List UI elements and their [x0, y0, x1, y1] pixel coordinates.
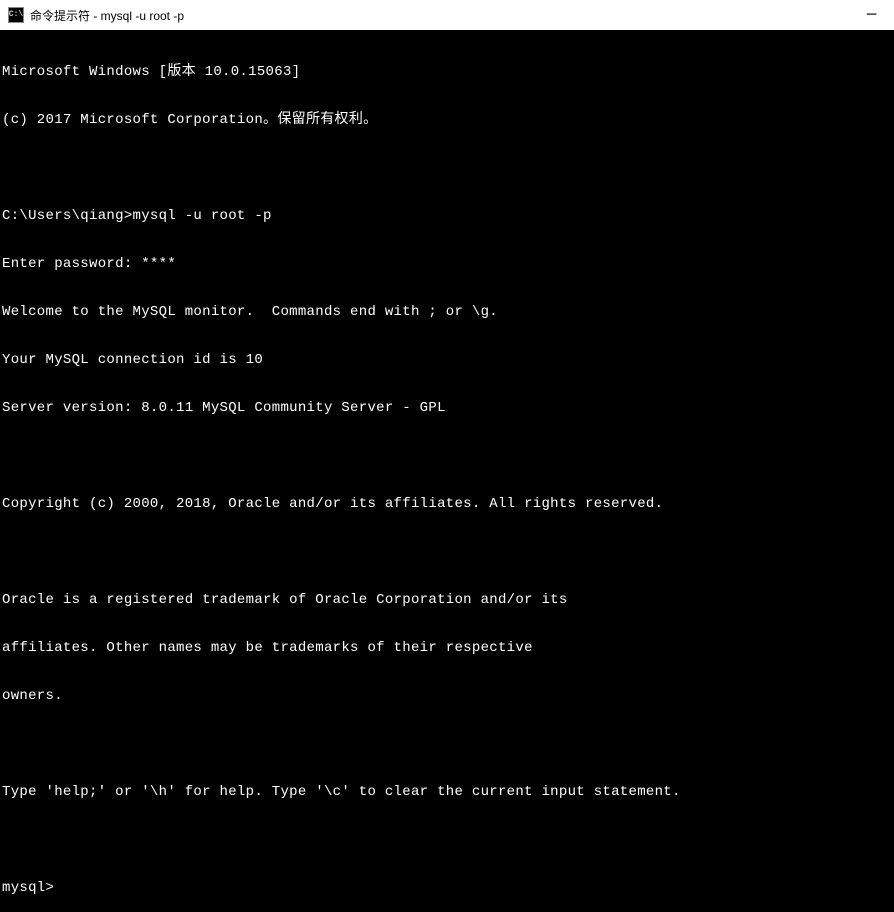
cursor [54, 880, 62, 894]
terminal-line: C:\Users\qiang>mysql -u root -p [2, 208, 894, 224]
terminal-area[interactable]: Microsoft Windows [版本 10.0.15063] (c) 20… [0, 30, 894, 912]
terminal-line: Welcome to the MySQL monitor. Commands e… [2, 304, 894, 320]
terminal-line: Your MySQL connection id is 10 [2, 352, 894, 368]
terminal-line: Oracle is a registered trademark of Orac… [2, 592, 894, 608]
window-title: 命令提示符 - mysql -u root -p [30, 7, 184, 24]
terminal-line [2, 736, 894, 752]
terminal-line: Server version: 8.0.11 MySQL Community S… [2, 400, 894, 416]
terminal-line [2, 544, 894, 560]
terminal-line: Enter password: **** [2, 256, 894, 272]
minimize-button[interactable]: ─ [849, 0, 894, 30]
cmd-icon-label: C:\ [9, 11, 23, 19]
window-controls: ─ [849, 0, 894, 30]
cmd-icon: C:\ [8, 7, 24, 23]
terminal-line: Copyright (c) 2000, 2018, Oracle and/or … [2, 496, 894, 512]
mysql-prompt: mysql> [2, 880, 54, 896]
terminal-line: Type 'help;' or '\h' for help. Type '\c'… [2, 784, 894, 800]
terminal-line: affiliates. Other names may be trademark… [2, 640, 894, 656]
terminal-line: Microsoft Windows [版本 10.0.15063] [2, 64, 894, 80]
terminal-line: (c) 2017 Microsoft Corporation。保留所有权利。 [2, 112, 894, 128]
title-bar: C:\ 命令提示符 - mysql -u root -p ─ [0, 0, 894, 30]
terminal-line [2, 448, 894, 464]
terminal-line [2, 160, 894, 176]
terminal-line [2, 832, 894, 848]
terminal-line: owners. [2, 688, 894, 704]
terminal-prompt-line: mysql> [2, 880, 894, 896]
